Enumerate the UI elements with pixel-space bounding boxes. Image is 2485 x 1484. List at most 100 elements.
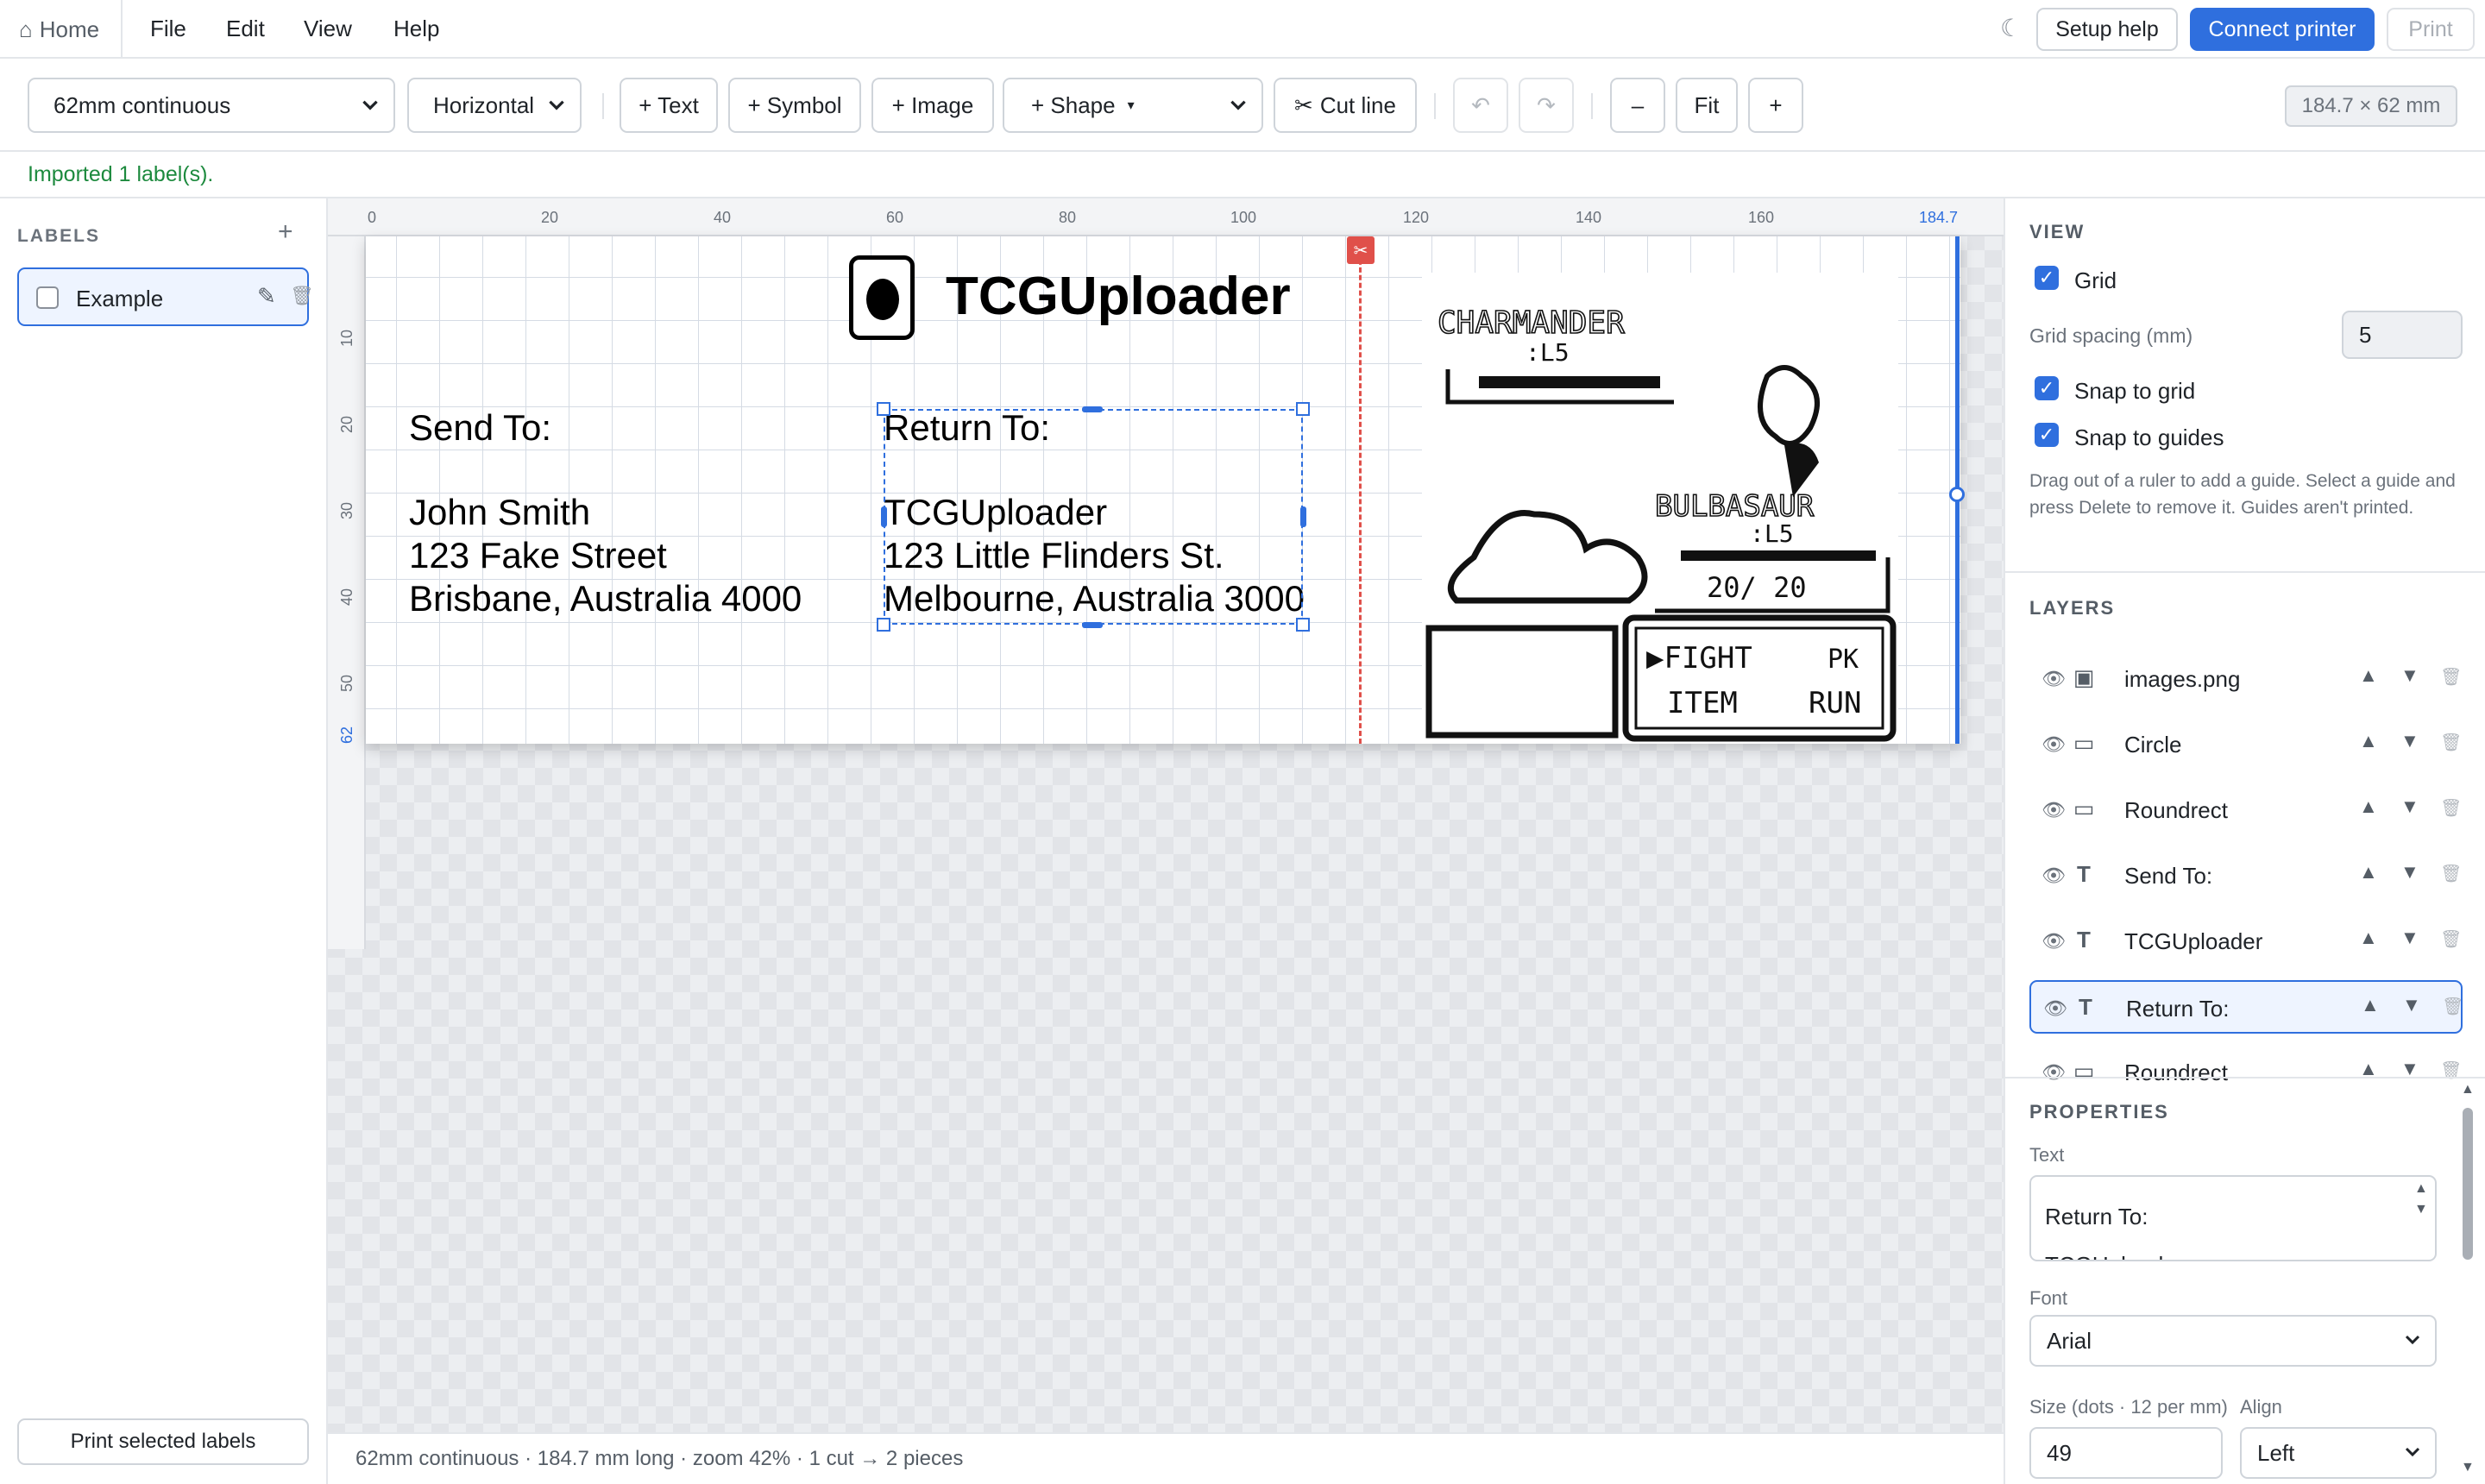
menu-fight-text: ▶FIGHT xyxy=(1646,641,1752,676)
menu-view[interactable]: View xyxy=(304,16,352,42)
selection-box[interactable] xyxy=(884,409,1303,625)
zoom-in-button[interactable]: + xyxy=(1748,78,1803,133)
move-layer-up-icon[interactable]: ▲ xyxy=(2359,664,2378,687)
scroll-up-arrow-icon[interactable]: ▲ xyxy=(2461,1082,2475,1097)
undo-button[interactable]: ↶ xyxy=(1453,78,1508,133)
orientation-select-value: Horizontal xyxy=(433,91,535,118)
resize-handle[interactable] xyxy=(881,506,887,527)
resize-handle[interactable] xyxy=(1296,618,1310,632)
send-to-line[interactable]: Brisbane, Australia 4000 xyxy=(409,578,802,619)
add-image-button[interactable]: + Image xyxy=(871,78,994,133)
trash-icon[interactable]: 🗑 xyxy=(2440,863,2462,884)
move-layer-down-icon[interactable]: ▼ xyxy=(2400,795,2419,818)
print-selected-labels-button[interactable]: Print selected labels xyxy=(17,1418,309,1465)
move-layer-up-icon[interactable]: ▲ xyxy=(2359,861,2378,883)
resize-handle[interactable] xyxy=(1082,622,1103,628)
logo-circle[interactable] xyxy=(866,279,899,320)
media-select[interactable]: 62mm continuous xyxy=(28,78,395,133)
label-length-handle[interactable] xyxy=(1949,487,1965,502)
move-layer-down-icon[interactable]: ▼ xyxy=(2400,861,2419,883)
left-ruler[interactable]: 10 20 30 40 50 62 xyxy=(328,236,366,949)
dark-mode-toggle-icon[interactable]: ☾ xyxy=(2000,14,2022,42)
trash-icon[interactable]: 🗑 xyxy=(2440,797,2462,819)
layer-row[interactable]: 👁 T TCGUploader ▲ ▼ 🗑 xyxy=(2029,915,2463,968)
send-to-heading[interactable]: Send To: xyxy=(409,407,551,449)
layer-row[interactable]: 👁 ▣ images.png ▲ ▼ 🗑 xyxy=(2029,652,2463,706)
label-list-item[interactable]: Example ✎ 🗑 xyxy=(17,267,314,326)
trash-icon[interactable]: 🗑 xyxy=(2440,666,2462,688)
add-symbol-button[interactable]: + Symbol xyxy=(728,78,861,133)
layer-row[interactable]: 👁 T Return To: ▲ ▼ 🗑 xyxy=(2029,980,2463,1034)
trash-icon[interactable]: 🗑 xyxy=(290,285,314,307)
layer-row[interactable]: 👁 ▭ Circle ▲ ▼ 🗑 xyxy=(2029,718,2463,771)
move-layer-down-icon[interactable]: ▼ xyxy=(2402,994,2421,1016)
move-layer-up-icon[interactable]: ▲ xyxy=(2359,795,2378,818)
layer-row[interactable]: 👁 T Send To: ▲ ▼ 🗑 xyxy=(2029,849,2463,902)
trash-icon[interactable]: 🗑 xyxy=(2440,732,2462,753)
font-select[interactable]: Arial xyxy=(2029,1315,2437,1367)
text-content-textarea[interactable]: Return To: TCGUploader xyxy=(2029,1175,2437,1261)
add-shape-select[interactable]: + Shape ▾ xyxy=(1003,78,1263,133)
layer-name: TCGUploader xyxy=(2124,928,2263,954)
trash-icon[interactable]: 🗑 xyxy=(2442,996,2463,1017)
resize-handle[interactable] xyxy=(1296,402,1310,416)
setup-help-button[interactable]: Setup help xyxy=(2036,8,2178,51)
cut-line[interactable] xyxy=(1359,236,1362,744)
eye-icon[interactable]: 👁 xyxy=(2043,997,2067,1020)
properties-scrollbar-thumb[interactable] xyxy=(2463,1108,2473,1260)
logo-text[interactable]: TCGUploader xyxy=(946,266,1291,327)
send-to-line[interactable]: John Smith xyxy=(409,492,590,533)
eye-icon[interactable]: 👁 xyxy=(2041,733,2066,756)
eye-icon[interactable]: 👁 xyxy=(2041,930,2066,953)
move-layer-down-icon[interactable]: ▼ xyxy=(2400,664,2419,687)
scissors-icon[interactable]: ✂ xyxy=(1347,236,1375,264)
resize-handle[interactable] xyxy=(1082,406,1103,412)
move-layer-down-icon[interactable]: ▼ xyxy=(2400,730,2419,752)
snap-to-guides-label: Snap to guides xyxy=(2074,424,2224,450)
zoom-out-button[interactable]: – xyxy=(1610,78,1665,133)
pencil-icon[interactable]: ✎ xyxy=(257,283,276,310)
menu-help[interactable]: Help xyxy=(393,16,439,42)
canvas-area[interactable]: 0 20 40 60 80 100 120 140 160 184.7 10 2… xyxy=(328,198,2004,1432)
send-to-line[interactable]: 123 Fake Street xyxy=(409,535,667,576)
snap-to-guides-checkbox[interactable]: ✓ xyxy=(2035,423,2059,447)
menu-edit[interactable]: Edit xyxy=(226,16,265,42)
scroll-down-arrow-icon[interactable]: ▼ xyxy=(2461,1460,2475,1475)
move-layer-up-icon[interactable]: ▲ xyxy=(2359,927,2378,949)
cut-line-button[interactable]: ✂ Cut line xyxy=(1274,78,1417,133)
eye-icon[interactable]: 👁 xyxy=(2041,1061,2066,1084)
home-button[interactable]: ⌂ Home xyxy=(19,16,99,43)
top-ruler[interactable]: 0 20 40 60 80 100 120 140 160 184.7 xyxy=(328,198,2004,236)
grid-spacing-input[interactable]: 5 xyxy=(2342,311,2463,359)
redo-button[interactable]: ↷ xyxy=(1519,78,1574,133)
move-layer-down-icon[interactable]: ▼ xyxy=(2400,927,2419,949)
textarea-spinner-icon[interactable]: ▲ ▼ xyxy=(2414,1179,2428,1220)
label-select-checkbox[interactable] xyxy=(36,286,59,309)
snap-to-grid-checkbox[interactable]: ✓ xyxy=(2035,376,2059,400)
move-layer-up-icon[interactable]: ▲ xyxy=(2359,730,2378,752)
player-hp-bar xyxy=(1681,550,1876,561)
grid-checkbox[interactable]: ✓ xyxy=(2035,266,2059,290)
resize-handle[interactable] xyxy=(1300,506,1306,527)
align-select[interactable]: Left xyxy=(2240,1427,2437,1479)
trash-icon[interactable]: 🗑 xyxy=(2440,928,2462,950)
print-button[interactable]: Print xyxy=(2387,8,2475,51)
resize-handle[interactable] xyxy=(877,402,890,416)
layer-row[interactable]: 👁 ▭ Roundrect ▲ ▼ 🗑 xyxy=(2029,1046,2463,1099)
size-input[interactable]: 49 xyxy=(2029,1427,2223,1479)
connect-printer-button[interactable]: Connect printer xyxy=(2190,8,2375,51)
layer-row[interactable]: 👁 ▭ Roundrect ▲ ▼ 🗑 xyxy=(2029,783,2463,837)
zoom-fit-button[interactable]: Fit xyxy=(1676,78,1738,133)
label-canvas[interactable]: TCGUploader Send To: John Smith 123 Fake… xyxy=(366,236,1965,744)
images-png-image[interactable]: CHARMANDER :L5 BULBASAUR :L5 20/ 20 ▶FIG… xyxy=(1422,273,1898,744)
add-label-button[interactable]: + xyxy=(278,217,293,247)
eye-icon[interactable]: 👁 xyxy=(2041,668,2066,690)
eye-icon[interactable]: 👁 xyxy=(2041,799,2066,821)
logo-roundrect[interactable] xyxy=(849,255,915,340)
resize-handle[interactable] xyxy=(877,618,890,632)
add-text-button[interactable]: + Text xyxy=(620,78,718,133)
eye-icon[interactable]: 👁 xyxy=(2041,865,2066,887)
orientation-select[interactable]: Horizontal xyxy=(407,78,582,133)
move-layer-up-icon[interactable]: ▲ xyxy=(2361,994,2380,1016)
menu-file[interactable]: File xyxy=(150,16,186,42)
